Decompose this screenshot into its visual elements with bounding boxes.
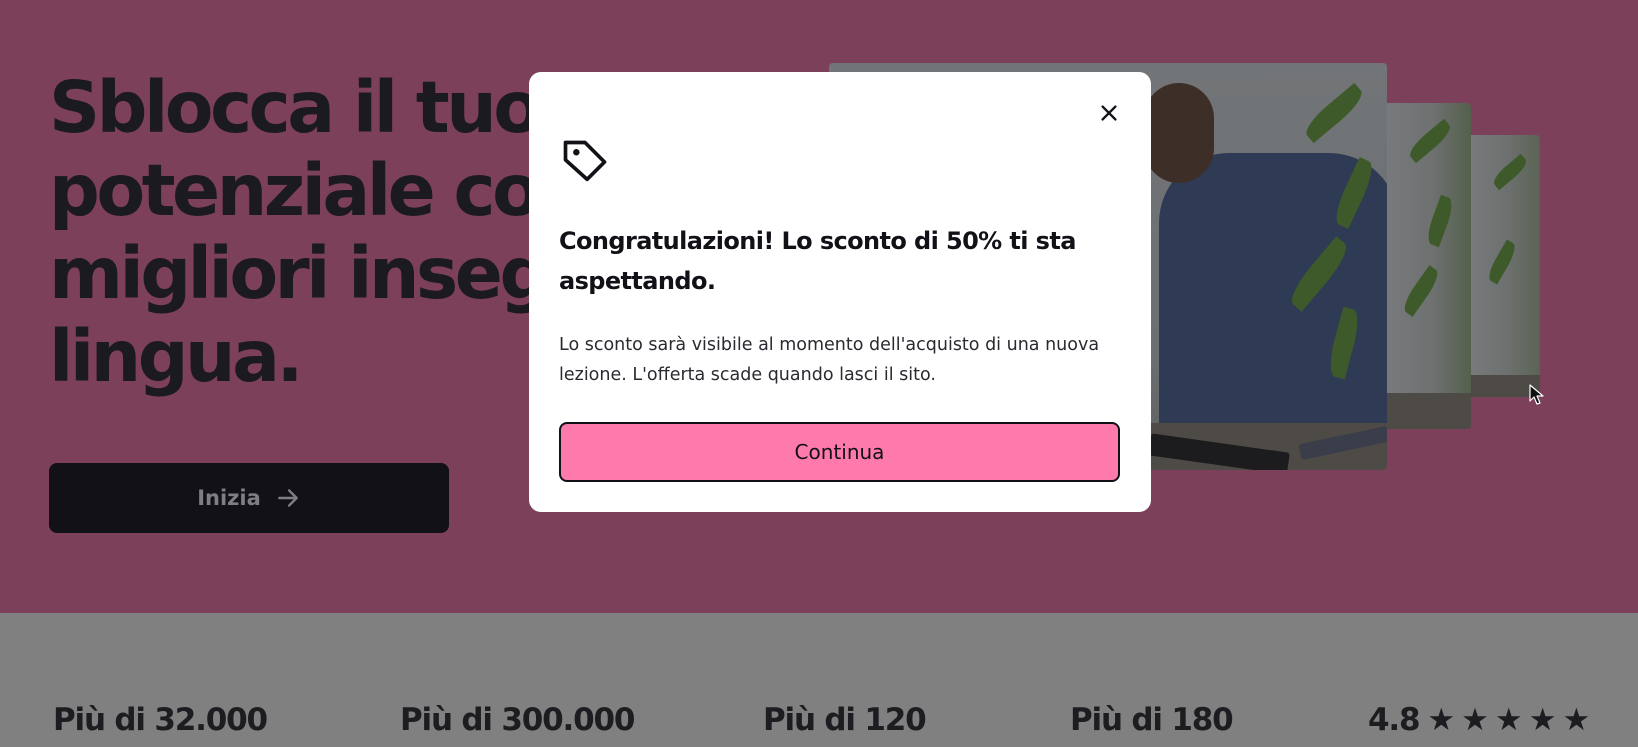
- stat-nationalities: Più di 180: [1070, 702, 1234, 738]
- rating-value: 4.8: [1368, 702, 1421, 738]
- tag-icon: [563, 140, 607, 182]
- tutor-photo-back: [1460, 135, 1540, 397]
- stat-reviews: Più di 300.000: [400, 702, 635, 738]
- arrow-right-icon: [277, 489, 298, 507]
- stat-tutors: Più di 32.000: [53, 702, 268, 738]
- start-button-label: Inizia: [197, 486, 261, 510]
- stat-rating: 4.8 ★★★★★: [1368, 700, 1596, 740]
- stat-subjects: Più di 120: [763, 702, 927, 738]
- close-button[interactable]: [1093, 97, 1125, 129]
- close-icon: [1101, 105, 1117, 121]
- modal-title: Congratulazioni! Lo sconto di 50% ti sta…: [559, 227, 1076, 295]
- page: Sblocca il tuo potenziale con i migliori…: [0, 0, 1638, 747]
- modal-body-text: Lo sconto sarà visibile al momento dell'…: [559, 335, 1100, 385]
- tutor-photo-middle: [1375, 103, 1471, 429]
- continue-button[interactable]: Continua: [559, 422, 1120, 482]
- discount-modal: Congratulazioni! Lo sconto di 50% ti sta…: [529, 72, 1151, 512]
- mouse-cursor-icon: [1529, 384, 1544, 405]
- start-button[interactable]: Inizia: [49, 463, 449, 533]
- star-rating-icon: ★★★★★: [1427, 702, 1597, 738]
- continue-button-label: Continua: [794, 440, 885, 464]
